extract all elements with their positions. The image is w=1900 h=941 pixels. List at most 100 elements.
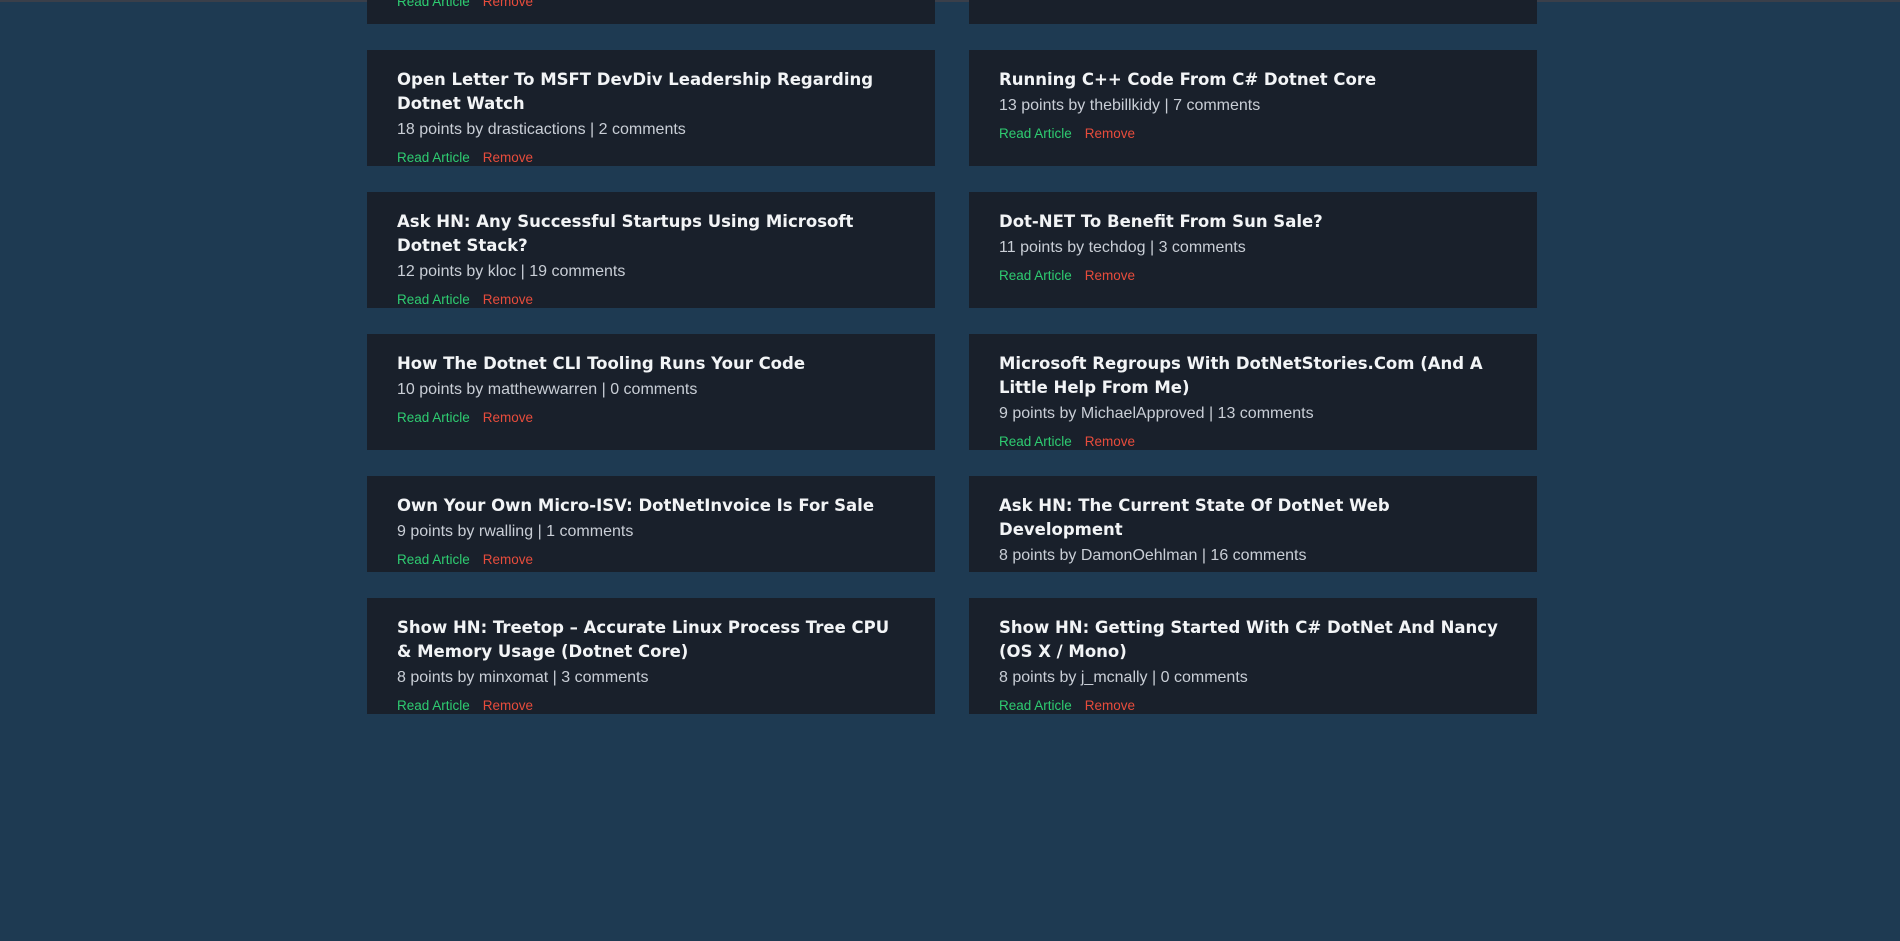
author-name[interactable]: DamonOehlman: [1081, 547, 1198, 564]
article-actions: Read Article Remove: [999, 126, 1507, 142]
article-actions: Read Article Remove: [397, 292, 905, 308]
article-card: Own Your Own Micro-ISV: DotNetInvoice Is…: [367, 476, 935, 572]
points-label: points by: [410, 669, 475, 686]
comments-label: comments: [623, 381, 698, 398]
remove-link[interactable]: Remove: [483, 698, 533, 713]
read-article-link[interactable]: Read Article: [999, 434, 1072, 449]
comments-count[interactable]: 7: [1173, 97, 1182, 114]
read-article-link[interactable]: Read Article: [999, 126, 1072, 141]
remove-link[interactable]: Remove: [483, 292, 533, 307]
comments-label: comments: [1173, 669, 1248, 686]
remove-link[interactable]: Remove: [483, 410, 533, 425]
remove-link[interactable]: Remove: [1085, 434, 1135, 449]
points-label: points by: [1012, 405, 1077, 422]
article-title[interactable]: Running C++ Code From C# Dotnet Core: [999, 68, 1507, 92]
article-card: Ask HN: Any Successful Startups Using Mi…: [367, 192, 935, 308]
article-title[interactable]: Ask HN: Any Successful Startups Using Mi…: [397, 210, 905, 258]
remove-link[interactable]: Remove: [1085, 698, 1135, 713]
meta-separator: |: [1201, 547, 1206, 564]
article-actions: Read Article Remove: [397, 698, 905, 714]
meta-separator: |: [537, 523, 542, 540]
read-article-link[interactable]: Read Article: [397, 292, 470, 307]
comments-count[interactable]: 3: [1159, 239, 1168, 256]
read-article-link[interactable]: Read Article: [999, 268, 1072, 283]
remove-link[interactable]: Remove: [1085, 126, 1135, 141]
read-article-link[interactable]: Read Article: [397, 552, 470, 567]
read-article-link[interactable]: Read Article: [397, 0, 470, 9]
comments-count[interactable]: 16: [1210, 547, 1228, 564]
points-label: points by: [419, 263, 484, 280]
article-title[interactable]: How The Dotnet CLI Tooling Runs Your Cod…: [397, 352, 905, 376]
comments-count[interactable]: 0: [1161, 669, 1170, 686]
article-meta: 12 points by kloc | 19 comments: [397, 262, 905, 282]
read-article-link[interactable]: Read Article: [397, 150, 470, 165]
comments-count[interactable]: 0: [610, 381, 619, 398]
read-article-link[interactable]: Read Article: [397, 410, 470, 425]
article-actions: Read Article Remove: [999, 434, 1507, 450]
top-border: [0, 0, 1900, 2]
article-title[interactable]: Show HN: Getting Started With C# DotNet …: [999, 616, 1507, 664]
remove-link[interactable]: Remove: [483, 552, 533, 567]
read-article-link[interactable]: Read Article: [999, 698, 1072, 713]
meta-separator: |: [601, 381, 606, 398]
article-title[interactable]: Ask HN: The Current State Of DotNet Web …: [999, 494, 1507, 542]
article-card: [969, 0, 1537, 24]
comments-label: comments: [574, 669, 649, 686]
author-name[interactable]: minxomat: [479, 669, 548, 686]
author-name[interactable]: kloc: [488, 263, 516, 280]
points-label: points by: [1012, 547, 1077, 564]
article-card: How The Dotnet CLI Tooling Runs Your Cod…: [367, 334, 935, 450]
meta-separator: |: [520, 263, 525, 280]
author-name[interactable]: MichaelApproved: [1081, 405, 1205, 422]
comments-count[interactable]: 3: [561, 669, 570, 686]
article-meta: 8 points by minxomat | 3 comments: [397, 668, 905, 688]
points-label: points by: [1021, 97, 1086, 114]
author-name[interactable]: j_mcnally: [1081, 669, 1148, 686]
article-actions: Read Article Remove: [999, 698, 1507, 714]
author-name[interactable]: drasticactions: [488, 121, 586, 138]
comments-count[interactable]: 13: [1218, 405, 1236, 422]
article-card: Show HN: Treetop – Accurate Linux Proces…: [367, 598, 935, 714]
comments-label: comments: [1171, 239, 1246, 256]
article-meta: 9 points by MichaelApproved | 13 comment…: [999, 404, 1507, 424]
article-title[interactable]: Open Letter To MSFT DevDiv Leadership Re…: [397, 68, 905, 116]
article-title[interactable]: Dot-NET To Benefit From Sun Sale?: [999, 210, 1507, 234]
points-count: 12: [397, 263, 415, 280]
article-actions: Read Article Remove: [397, 410, 905, 426]
read-article-link[interactable]: Read Article: [397, 698, 470, 713]
points-count: 10: [397, 381, 415, 398]
article-card: Running C++ Code From C# Dotnet Core 13 p…: [969, 50, 1537, 166]
article-title[interactable]: Show HN: Treetop – Accurate Linux Proces…: [397, 616, 905, 664]
author-name[interactable]: rwalling: [479, 523, 533, 540]
author-name[interactable]: thebillkidy: [1090, 97, 1160, 114]
remove-link[interactable]: Remove: [483, 150, 533, 165]
points-count: 11: [999, 239, 1016, 256]
comments-label: comments: [1232, 547, 1307, 564]
points-count: 9: [397, 523, 406, 540]
meta-separator: |: [1149, 239, 1155, 256]
points-count: 8: [999, 547, 1008, 564]
points-count: 18: [397, 121, 415, 138]
article-meta: 10 points by matthewwarren | 0 comments: [397, 380, 905, 400]
article-meta: 13 points by thebillkidy | 7 comments: [999, 96, 1507, 116]
points-label: points by: [410, 523, 475, 540]
comments-count[interactable]: 1: [546, 523, 555, 540]
comments-label: comments: [559, 523, 634, 540]
article-actions: Read Article Remove: [999, 268, 1507, 284]
article-card: Read Article Remove: [367, 0, 935, 24]
remove-link[interactable]: Remove: [1085, 268, 1135, 283]
comments-label: comments: [551, 263, 626, 280]
remove-link[interactable]: Remove: [483, 0, 533, 9]
article-meta: 18 points by drasticactions | 2 comments: [397, 120, 905, 140]
comments-count[interactable]: 19: [529, 263, 547, 280]
author-name[interactable]: matthewwarren: [488, 381, 597, 398]
meta-separator: |: [590, 121, 595, 138]
article-card: Open Letter To MSFT DevDiv Leadership Re…: [367, 50, 935, 166]
article-title[interactable]: Own Your Own Micro-ISV: DotNetInvoice Is…: [397, 494, 905, 518]
points-label: points by: [1012, 669, 1077, 686]
article-title[interactable]: Microsoft Regroups With DotNetStories.Co…: [999, 352, 1507, 400]
points-label: points by: [1020, 239, 1085, 256]
article-card: Ask HN: The Current State Of DotNet Web …: [969, 476, 1537, 572]
comments-count[interactable]: 2: [599, 121, 608, 138]
author-name[interactable]: techdog: [1089, 239, 1146, 256]
